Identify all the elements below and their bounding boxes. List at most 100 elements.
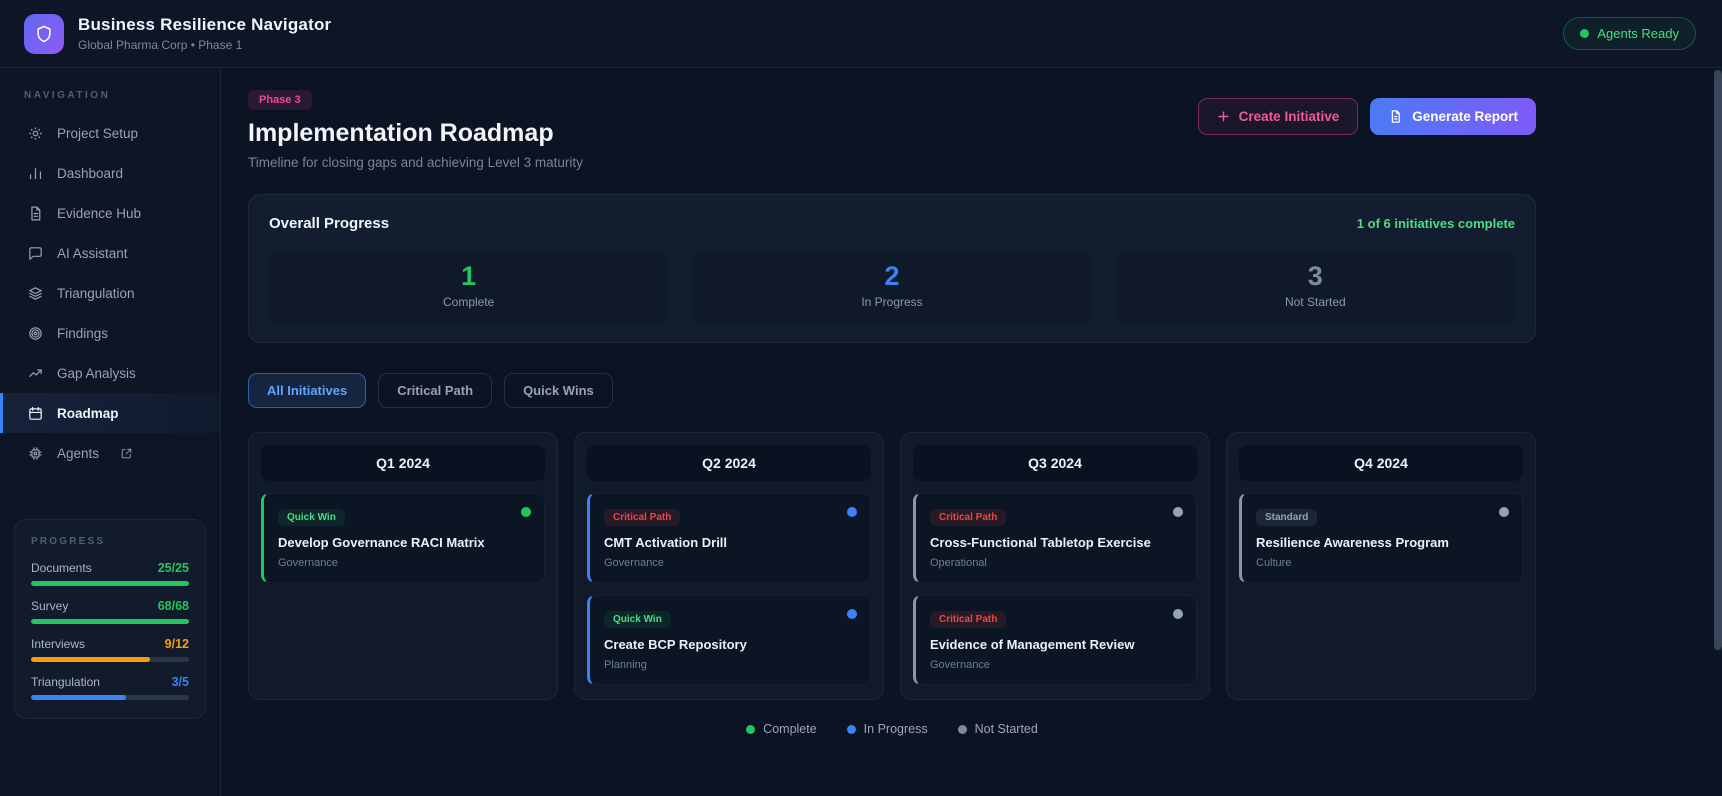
page-subtitle: Timeline for closing gaps and achieving … — [248, 155, 583, 170]
sidebar-item-gap-analysis[interactable]: Gap Analysis — [0, 353, 220, 393]
status-dot-icon — [1173, 507, 1183, 517]
initiative-card[interactable]: Critical Path Evidence of Management Rev… — [913, 595, 1197, 685]
progress-row-value: 25/25 — [157, 561, 189, 575]
sidebar-item-label: Triangulation — [57, 285, 135, 301]
initiative-badge: Standard — [1256, 509, 1318, 526]
sidebar-item-label: Roadmap — [57, 405, 119, 421]
initiative-title: Create BCP Repository — [604, 637, 747, 652]
status-dot-icon — [1499, 507, 1509, 517]
document-icon — [27, 205, 44, 222]
initiative-title: Cross-Functional Tabletop Exercise — [930, 535, 1151, 550]
tab-quick-wins[interactable]: Quick Wins — [504, 373, 613, 408]
initiative-badge: Quick Win — [604, 611, 671, 628]
sidebar-item-label: Evidence Hub — [57, 205, 142, 221]
status-dot-icon — [847, 609, 857, 619]
main-content: Phase 3 Implementation Roadmap Timeline … — [221, 68, 1722, 796]
agents-ready-badge[interactable]: Agents Ready — [1563, 17, 1696, 50]
status-dot-icon — [521, 507, 531, 517]
sidebar-item-label: AI Assistant — [57, 245, 128, 261]
file-icon — [1388, 109, 1403, 124]
progress-row-label: Documents — [31, 561, 92, 575]
scrollbar-thumb[interactable] — [1714, 70, 1722, 650]
sidebar-item-label: Gap Analysis — [57, 365, 136, 381]
legend-dot-icon — [746, 724, 756, 734]
progress-row-value: 68/68 — [157, 599, 189, 613]
legend-label: Not Started — [974, 722, 1038, 736]
stat-box: 1 Complete — [269, 250, 669, 322]
quarter-header: Q3 2024 — [913, 445, 1197, 481]
sidebar-item-evidence-hub[interactable]: Evidence Hub — [0, 193, 220, 233]
stat-label: Complete — [442, 295, 495, 309]
legend-dot-icon — [957, 724, 967, 734]
tab-critical-path[interactable]: Critical Path — [378, 373, 493, 408]
initiative-badge: Critical Path — [930, 509, 1007, 526]
progress-bar-track — [31, 581, 189, 586]
progress-bar-track — [31, 695, 189, 700]
progress-row: Documents 25/25 — [31, 561, 189, 586]
sidebar: NAVIGATION Project Setup Dashboard Evide… — [0, 68, 221, 796]
initiative-badge: Critical Path — [930, 611, 1007, 628]
page-title: Implementation Roadmap — [248, 119, 554, 147]
initiative-category: Culture — [1256, 557, 1292, 569]
quarter-column: Q2 2024 Critical Path CMT Activation Dri… — [574, 432, 884, 700]
progress-row-value: 9/12 — [164, 637, 189, 651]
bar-chart-icon — [27, 165, 44, 182]
status-dot-icon — [1173, 609, 1183, 619]
initiative-card[interactable]: Quick Win Develop Governance RACI Matrix… — [261, 493, 545, 583]
sidebar-item-dashboard[interactable]: Dashboard — [0, 153, 220, 193]
overall-progress-title: Overall Progress — [269, 215, 390, 232]
initiative-title: Resilience Awareness Program — [1256, 535, 1449, 550]
sidebar-item-agents[interactable]: Agents — [0, 433, 220, 473]
progress-bar-track — [31, 619, 189, 624]
initiatives-summary: 1 of 6 initiatives complete — [1356, 216, 1515, 231]
generate-report-label: Generate Report — [1412, 109, 1518, 124]
progress-bar-fill — [31, 581, 189, 586]
shield-logo-icon — [24, 13, 64, 54]
filter-tabs: All Initiatives Critical Path Quick Wins — [248, 373, 1536, 408]
quarter-column: Q4 2024 Standard Resilience Awareness Pr… — [1226, 432, 1536, 700]
progress-row: Survey 68/68 — [31, 599, 189, 624]
phase-badge: Phase 3 — [248, 90, 312, 110]
legend-dot-icon — [846, 724, 856, 734]
sidebar-item-label: Agents — [57, 445, 100, 461]
stat-box: 3 Not Started — [1115, 250, 1515, 322]
initiative-card[interactable]: Standard Resilience Awareness Program Cu… — [1239, 493, 1523, 583]
initiative-badge: Quick Win — [278, 509, 345, 526]
legend-item: Not Started — [957, 722, 1038, 736]
roadmap-quarters: Q1 2024 Quick Win Develop Governance RAC… — [248, 432, 1536, 700]
initiative-title: Evidence of Management Review — [930, 637, 1135, 652]
progress-bar-fill — [31, 657, 150, 662]
initiative-title: CMT Activation Drill — [604, 535, 728, 550]
sidebar-item-ai-assistant[interactable]: AI Assistant — [0, 233, 220, 273]
stat-box: 2 In Progress — [692, 250, 1092, 322]
sidebar-item-project-setup[interactable]: Project Setup — [0, 113, 220, 153]
target-icon — [27, 325, 44, 342]
create-initiative-button[interactable]: Create Initiative — [1197, 98, 1359, 135]
chat-icon — [27, 245, 44, 262]
app-subtitle: Global Pharma Corp • Phase 1 — [78, 38, 243, 52]
tab-all-initiatives[interactable]: All Initiatives — [248, 373, 367, 408]
initiative-card[interactable]: Quick Win Create BCP Repository Planning — [587, 595, 871, 685]
quarter-header: Q4 2024 — [1239, 445, 1523, 481]
progress-row-value: 3/5 — [171, 675, 189, 689]
sidebar-item-triangulation[interactable]: Triangulation — [0, 273, 220, 313]
scrollbar[interactable] — [1714, 68, 1722, 796]
app-header: Business Resilience Navigator Global Pha… — [0, 0, 1722, 68]
legend-label: Complete — [763, 722, 817, 736]
initiative-category: Governance — [604, 557, 664, 569]
quarter-column: Q1 2024 Quick Win Develop Governance RAC… — [248, 432, 558, 700]
sidebar-item-roadmap[interactable]: Roadmap — [0, 393, 220, 433]
plus-icon — [1217, 110, 1230, 123]
progress-row: Triangulation 3/5 — [31, 675, 189, 700]
initiative-card[interactable]: Critical Path CMT Activation Drill Gover… — [587, 493, 871, 583]
stat-value: 1 — [461, 261, 477, 291]
status-dot-icon — [847, 507, 857, 517]
generate-report-button[interactable]: Generate Report — [1370, 98, 1536, 135]
app-title: Business Resilience Navigator — [78, 15, 332, 34]
initiative-category: Operational — [930, 557, 987, 569]
initiative-card[interactable]: Critical Path Cross-Functional Tabletop … — [913, 493, 1197, 583]
legend-item: Complete — [746, 722, 817, 736]
sidebar-item-label: Findings — [57, 325, 109, 341]
sidebar-item-findings[interactable]: Findings — [0, 313, 220, 353]
stat-value: 3 — [1307, 261, 1323, 291]
